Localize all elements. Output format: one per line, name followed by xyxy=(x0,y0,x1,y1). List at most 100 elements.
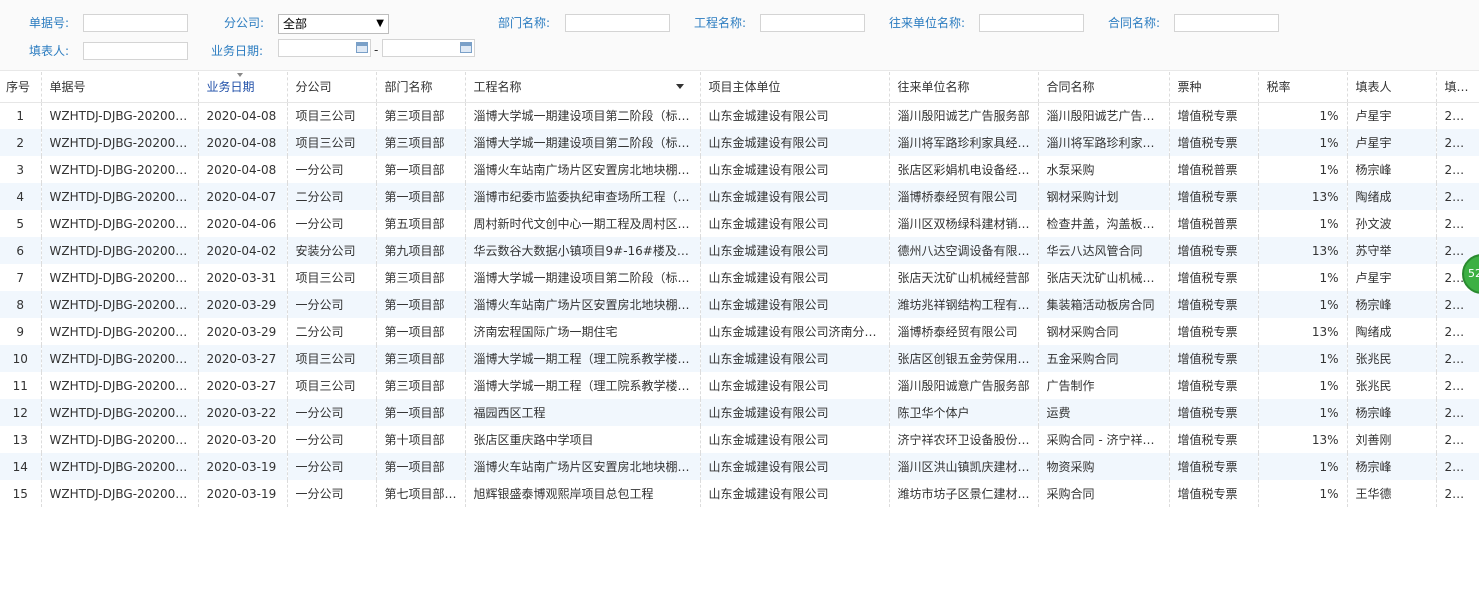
table-row[interactable]: 1 WZHTDJ-DJBG-20200… 2020-04-08 项目三公司 第三项目部淄… xyxy=(0,102,1479,129)
cell-invoice-type: 增值税专票 xyxy=(1169,318,1259,345)
table-row[interactable]: 3 WZHTDJ-DJBG-20200… 2020-04-08 一分公司 第一项目部 淄博… xyxy=(0,156,1479,183)
dropdown-arrow-icon[interactable] xyxy=(675,84,684,89)
cell-filler: 卢星宇 xyxy=(1347,264,1437,291)
col-header-dept[interactable]: 部门名称 xyxy=(376,72,466,103)
cell-project: 淄博大学城一期建设项目第二阶段（标… xyxy=(465,264,701,291)
col-header-project[interactable]: 工程名称 xyxy=(465,72,701,103)
table-row[interactable]: 5 WZHTDJ-DJBG-20200… 2020-04-06 一分公司 第五项目部 周村… xyxy=(0,210,1479,237)
cell-seq[interactable]: 4 xyxy=(0,183,42,210)
cell-owner: 山东金城建设有限公司 xyxy=(700,183,890,210)
date-start-input[interactable] xyxy=(278,39,371,57)
cell-biz-date: 2020-03-19 xyxy=(198,480,288,507)
calendar-icon[interactable] xyxy=(460,42,472,53)
cell-project: 淄博大学城一期工程（理工院系教学楼… xyxy=(465,345,701,372)
cell-invoice-type: 增值税专票 xyxy=(1169,345,1259,372)
calendar-icon[interactable] xyxy=(356,42,368,53)
date-separator: - xyxy=(374,43,379,57)
data-grid: 序号 单据号 业务日期 分公司 部门名称 工程名称 项目主体单位 往来单位名称 … xyxy=(0,72,1479,507)
cell-seq[interactable]: 3 xyxy=(0,156,42,183)
cell-seq[interactable]: 9 xyxy=(0,318,42,345)
doc-no-input[interactable] xyxy=(83,14,188,32)
cell-biz-date: 2020-04-07 xyxy=(198,183,288,210)
cell-contract: 物资采购 xyxy=(1038,453,1170,480)
cell-seq[interactable]: 1 xyxy=(0,102,42,129)
col-header-contract[interactable]: 合同名称 xyxy=(1038,72,1170,103)
cell-biz-date: 2020-03-22 xyxy=(198,399,288,426)
cell-biz-date: 2020-03-29 xyxy=(198,291,288,318)
cell-partner: 淄川殷阳诚意广告服务部 xyxy=(889,372,1039,399)
table-row[interactable]: 10 WZHTDJ-DJBG-20200… 2020-03-27 项目三公司 第三项目部… xyxy=(0,345,1479,372)
cell-company: 二分公司 xyxy=(287,318,377,345)
cell-owner: 山东金城建设有限公司 xyxy=(700,156,890,183)
cell-owner: 山东金城建设有限公司 xyxy=(700,102,890,129)
table-row[interactable]: 4 WZHTDJ-DJBG-20200… 2020-04-07 二分公司 第一项目部 淄博… xyxy=(0,183,1479,210)
partner-input[interactable] xyxy=(979,14,1084,32)
col-header-doc-no[interactable]: 单据号 xyxy=(41,72,199,103)
cell-project: 淄博大学城一期建设项目第二阶段（标… xyxy=(465,129,701,156)
table-row[interactable]: 14 WZHTDJ-DJBG-20200… 2020-03-19 一分公司 第一项目部淄… xyxy=(0,453,1479,480)
biz-date-label: 业务日期: xyxy=(211,44,264,58)
table-row[interactable]: 6 WZHTDJ-DJBG-20200… 2020-04-02 安装分公司 第九项目部华… xyxy=(0,237,1479,264)
col-header-tax-rate[interactable]: 税率 xyxy=(1258,72,1348,103)
cell-filler: 张兆民 xyxy=(1347,372,1437,399)
col-header-owner[interactable]: 项目主体单位 xyxy=(700,72,890,103)
contract-label: 合同名称: xyxy=(1108,16,1161,30)
cell-seq[interactable]: 14 xyxy=(0,453,42,480)
cell-seq[interactable]: 12 xyxy=(0,399,42,426)
cell-seq[interactable]: 11 xyxy=(0,372,42,399)
cell-doc-no: WZHTDJ-DJBG-20200… xyxy=(41,453,199,480)
cell-seq[interactable]: 6 xyxy=(0,237,42,264)
date-end-input[interactable] xyxy=(382,39,475,57)
cell-fill-date: 2020-0 xyxy=(1436,210,1479,237)
cell-partner: 德州八达空调设备有限… xyxy=(889,237,1039,264)
cell-seq[interactable]: 5 xyxy=(0,210,42,237)
col-header-filler[interactable]: 填表人 xyxy=(1347,72,1437,103)
cell-seq[interactable]: 8 xyxy=(0,291,42,318)
col-header-partner[interactable]: 往来单位名称 xyxy=(889,72,1039,103)
cell-seq[interactable]: 15 xyxy=(0,480,42,507)
cell-tax-rate: 1% xyxy=(1258,480,1348,507)
col-header-biz-date[interactable]: 业务日期 xyxy=(198,72,288,103)
cell-contract: 淄川将军路珍利家… xyxy=(1038,129,1170,156)
col-header-seq[interactable]: 序号 xyxy=(0,72,42,103)
table-row[interactable]: 7 WZHTDJ-DJBG-20200… 2020-03-31 项目三公司 第三项目部淄… xyxy=(0,264,1479,291)
cell-seq[interactable]: 7 xyxy=(0,264,42,291)
cell-project: 淄博大学城一期工程（理工院系教学楼… xyxy=(465,372,701,399)
company-select[interactable]: 全部 ▼ xyxy=(278,14,389,34)
cell-company: 一分公司 xyxy=(287,426,377,453)
company-label: 分公司: xyxy=(224,16,265,30)
col-header-company[interactable]: 分公司 xyxy=(287,72,377,103)
cell-seq[interactable]: 13 xyxy=(0,426,42,453)
cell-filler: 刘善刚 xyxy=(1347,426,1437,453)
company-select-value: 全部 xyxy=(283,17,308,31)
cell-company: 一分公司 xyxy=(287,453,377,480)
cell-company: 项目三公司 xyxy=(287,102,377,129)
cell-seq[interactable]: 10 xyxy=(0,345,42,372)
contract-input[interactable] xyxy=(1174,14,1279,32)
cell-invoice-type: 增值税专票 xyxy=(1169,372,1259,399)
cell-invoice-type: 增值税专票 xyxy=(1169,102,1259,129)
cell-partner: 淄博桥泰经贸有限公司 xyxy=(889,183,1039,210)
cell-biz-date: 2020-03-31 xyxy=(198,264,288,291)
table-row[interactable]: 2 WZHTDJ-DJBG-20200… 2020-04-08 项目三公司 第三项目部淄… xyxy=(0,129,1479,156)
cell-filler: 卢星宇 xyxy=(1347,129,1437,156)
cell-seq[interactable]: 2 xyxy=(0,129,42,156)
col-header-invoice-type[interactable]: 票种 xyxy=(1169,72,1259,103)
table-row[interactable]: 8 WZHTDJ-DJBG-20200… 2020-03-29 一分公司 第一项目部 淄博… xyxy=(0,291,1479,318)
table-row[interactable]: 12 WZHTDJ-DJBG-20200… 2020-03-22 一分公司 第一项目部福… xyxy=(0,399,1479,426)
cell-filler: 杨宗峰 xyxy=(1347,453,1437,480)
cell-owner: 山东金城建设有限公司 xyxy=(700,399,890,426)
table-row[interactable]: 9 WZHTDJ-DJBG-20200… 2020-03-29 二分公司 第一项目部 济南… xyxy=(0,318,1479,345)
cell-tax-rate: 1% xyxy=(1258,399,1348,426)
cell-owner: 山东金城建设有限公司 xyxy=(700,480,890,507)
table-row[interactable]: 15 WZHTDJ-DJBG-20200… 2020-03-19 一分公司 第七项目部…… xyxy=(0,480,1479,507)
table-row[interactable]: 13 WZHTDJ-DJBG-20200… 2020-03-20 一分公司 第十项目部张… xyxy=(0,426,1479,453)
filler-input[interactable] xyxy=(83,42,188,60)
table-row[interactable]: 11 WZHTDJ-DJBG-20200… 2020-03-27 项目三公司 第三项目部… xyxy=(0,372,1479,399)
cell-partner: 淄川殷阳诚艺广告服务部 xyxy=(889,102,1039,129)
project-input[interactable] xyxy=(760,14,865,32)
cell-contract: 采购合同 xyxy=(1038,480,1170,507)
dept-input[interactable] xyxy=(565,14,670,32)
col-header-fill-date[interactable]: 填表日 xyxy=(1436,72,1479,103)
cell-project: 华云数谷大数据小镇项目9#-16#楼及相… xyxy=(465,237,701,264)
